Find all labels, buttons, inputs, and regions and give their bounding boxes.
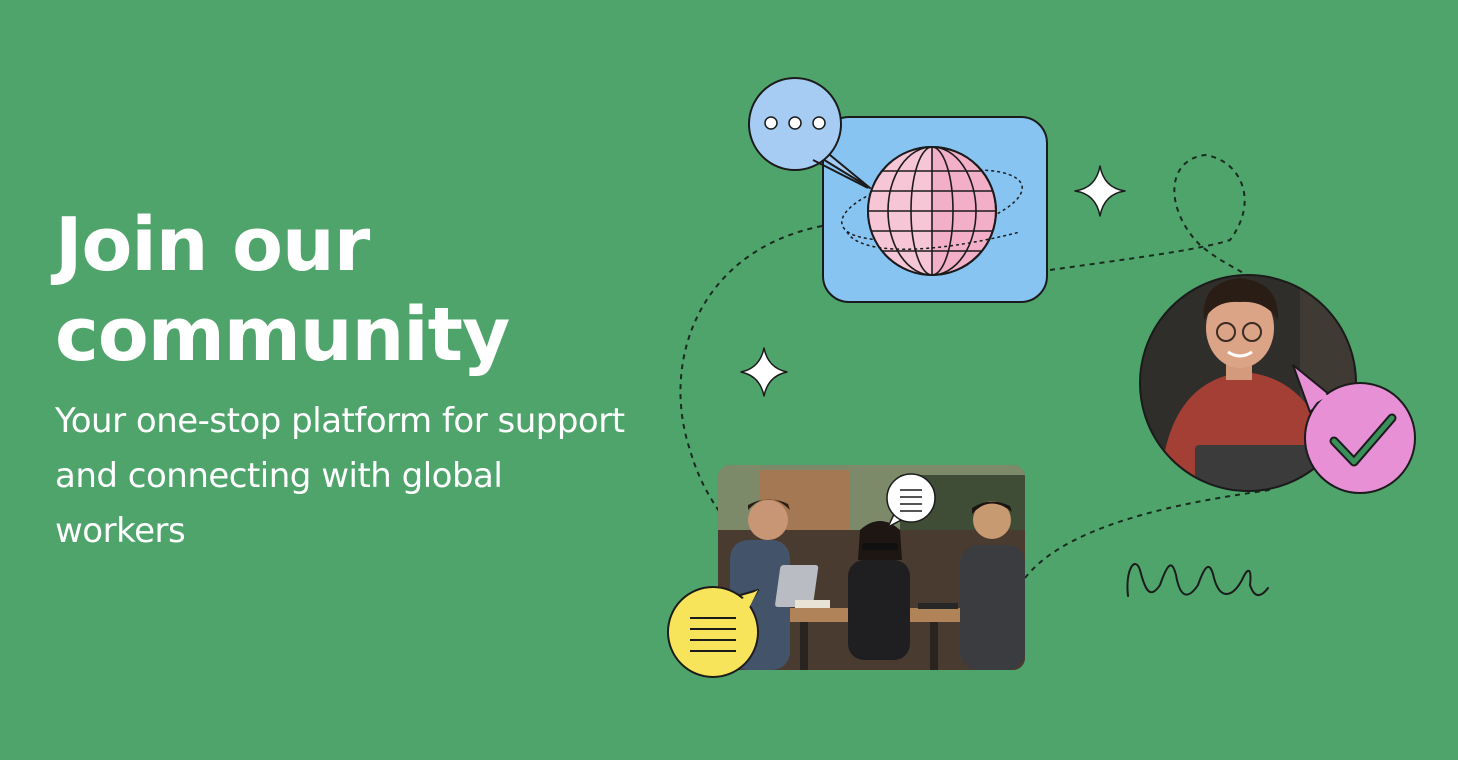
checkmark-icon [1292,364,1416,494]
scribble-icon [1126,563,1269,597]
speech-bubble-lines-icon [667,586,759,678]
sparkle-icon [1074,165,1126,217]
group-photo [718,465,1025,670]
globe-tile [822,116,1048,303]
illustration [667,77,1416,678]
sparkle-icon [740,347,788,397]
